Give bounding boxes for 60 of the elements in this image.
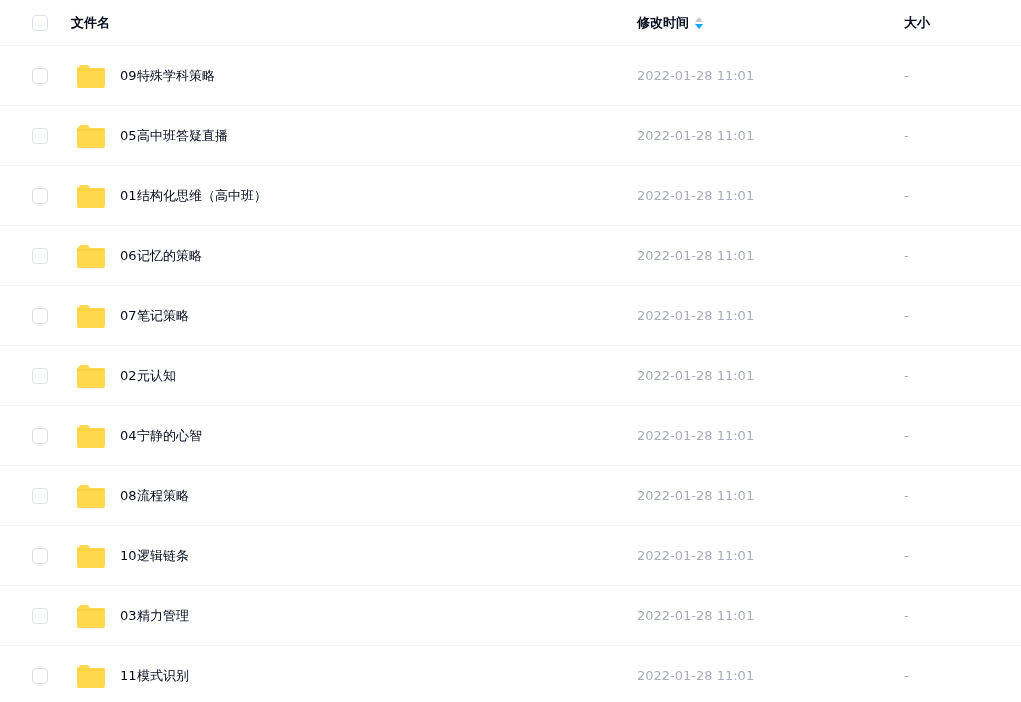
checkbox[interactable] [32,67,48,84]
folder-icon [77,483,105,508]
file-size: - [904,128,909,143]
file-size: - [904,668,909,683]
modified-time: 2022-01-28 11:01 [637,248,755,263]
modified-time: 2022-01-28 11:01 [637,668,755,683]
file-size: - [904,248,909,263]
file-name[interactable]: 11模式识别 [120,666,189,685]
folder-icon [77,423,105,448]
file-size: - [904,608,909,623]
checkbox[interactable] [32,307,48,324]
modified-time: 2022-01-28 11:01 [637,68,755,83]
sort-icon[interactable] [695,16,703,29]
checkbox[interactable] [32,367,48,384]
modified-time: 2022-01-28 11:01 [637,188,755,203]
folder-icon [77,603,105,628]
file-name[interactable]: 06记忆的策略 [120,246,202,265]
modified-time: 2022-01-28 11:01 [637,608,755,623]
file-name[interactable]: 10逻辑链条 [120,546,189,565]
file-name[interactable]: 05高中班答疑直播 [120,126,228,145]
checkbox[interactable] [32,14,48,31]
file-size: - [904,68,909,83]
folder-icon [77,243,105,268]
file-size: - [904,188,909,203]
file-size: - [904,308,909,323]
file-size: - [904,548,909,563]
column-header[interactable]: 修改时间 [637,13,689,32]
checkbox[interactable] [32,607,48,624]
file-name[interactable]: 03精力管理 [120,606,189,625]
folder-icon [77,123,105,148]
file-size: - [904,488,909,503]
file-name[interactable]: 01结构化思维（高中班） [120,186,267,205]
checkbox[interactable] [32,427,48,444]
file-size: - [904,368,909,383]
column-header[interactable]: 大小 [904,13,930,32]
file-size: - [904,428,909,443]
modified-time: 2022-01-28 11:01 [637,128,755,143]
folder-icon [77,543,105,568]
modified-time: 2022-01-28 11:01 [637,368,755,383]
checkbox[interactable] [32,247,48,264]
file-name[interactable]: 04宁静的心智 [120,426,202,445]
file-name[interactable]: 07笔记策略 [120,306,189,325]
column-header[interactable]: 文件名 [71,13,110,32]
checkbox[interactable] [32,547,48,564]
file-name[interactable]: 08流程策略 [120,486,189,505]
folder-icon [77,663,105,688]
checkbox[interactable] [32,127,48,144]
modified-time: 2022-01-28 11:01 [637,428,755,443]
folder-icon [77,303,105,328]
checkbox[interactable] [32,187,48,204]
file-name[interactable]: 02元认知 [120,366,176,385]
folder-icon [77,63,105,88]
modified-time: 2022-01-28 11:01 [637,548,755,563]
modified-time: 2022-01-28 11:01 [637,488,755,503]
modified-time: 2022-01-28 11:01 [637,308,755,323]
checkbox[interactable] [32,667,48,684]
folder-icon [77,363,105,388]
file-name[interactable]: 09特殊学科策略 [120,66,215,85]
checkbox[interactable] [32,487,48,504]
folder-icon [77,183,105,208]
